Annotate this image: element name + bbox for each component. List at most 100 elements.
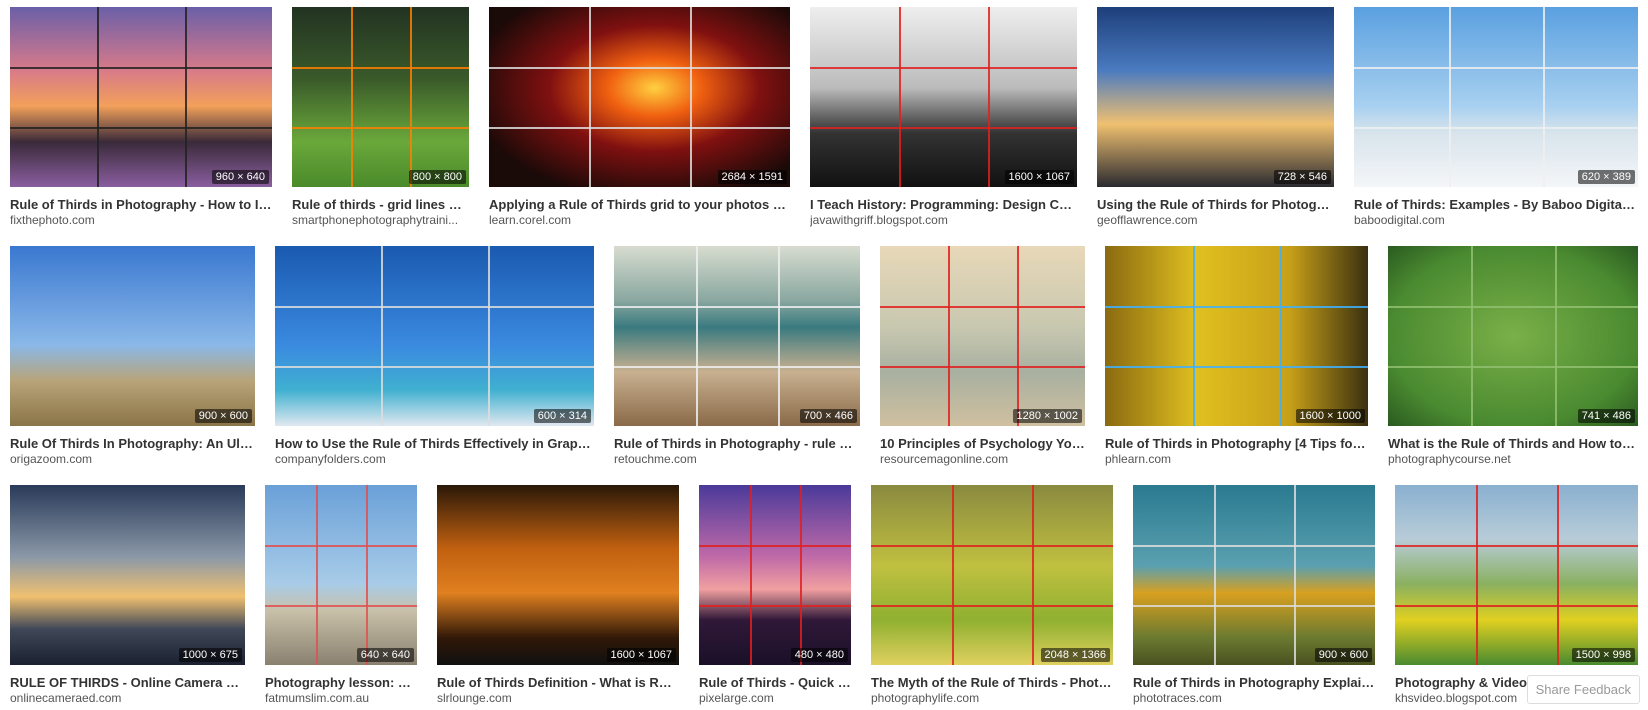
result-title[interactable]: RULE OF THIRDS - Online Camera Ed ... bbox=[10, 675, 245, 691]
result-title[interactable]: Rule of Thirds Definition - What is Rule… bbox=[437, 675, 679, 691]
result-title[interactable]: Rule of Thirds - Quick P... bbox=[699, 675, 851, 691]
image-dimensions-badge: 600 × 314 bbox=[533, 409, 591, 423]
thumbnail[interactable]: 600 × 314 bbox=[275, 246, 594, 426]
image-result-10[interactable]: 1280 × 1002 10 Principles of Psychology … bbox=[880, 246, 1085, 467]
grid-line-horizontal bbox=[810, 66, 1077, 69]
image-result-1[interactable]: 960 × 640 Rule of Thirds in Photography … bbox=[10, 7, 272, 228]
image-result-15[interactable]: 1600 × 1067 Rule of Thirds Definition - … bbox=[437, 485, 679, 706]
result-title[interactable]: Rule of thirds - grid lines on ... bbox=[292, 197, 469, 213]
thumbnail[interactable]: 1600 × 1000 bbox=[1105, 246, 1368, 426]
result-source[interactable]: baboodigital.com bbox=[1354, 213, 1638, 228]
result-title[interactable]: I Teach History: Programming: Design Con… bbox=[810, 197, 1077, 213]
thumbnail[interactable]: 1500 × 998 bbox=[1395, 485, 1638, 665]
image-result-9[interactable]: 700 × 466 Rule of Thirds in Photography … bbox=[614, 246, 860, 467]
grid-line-horizontal bbox=[10, 126, 272, 129]
image-dimensions-badge: 480 × 480 bbox=[790, 648, 848, 662]
image-result-3[interactable]: 2684 × 1591 Applying a Rule of Thirds gr… bbox=[489, 7, 790, 228]
thumbnail[interactable]: 700 × 466 bbox=[614, 246, 860, 426]
result-title[interactable]: Rule of Thirds in Photography Explaine..… bbox=[1133, 675, 1375, 691]
result-title[interactable]: Rule of Thirds in Photography [4 Tips fo… bbox=[1105, 436, 1368, 452]
image-dimensions-badge: 2048 × 1366 bbox=[1040, 648, 1110, 662]
image-dimensions-badge: 900 × 600 bbox=[1314, 648, 1372, 662]
thumbnail[interactable]: 640 × 640 bbox=[265, 485, 417, 665]
result-title[interactable]: Rule of Thirds in Photography - How to I… bbox=[10, 197, 272, 213]
result-source[interactable]: retouchme.com bbox=[614, 452, 860, 467]
result-title[interactable]: Applying a Rule of Thirds grid to your p… bbox=[489, 197, 790, 213]
result-title[interactable]: Rule of Thirds in Photography - rule of … bbox=[614, 436, 860, 452]
result-source[interactable]: origazoom.com bbox=[10, 452, 255, 467]
thumbnail[interactable]: 620 × 389 bbox=[1354, 7, 1638, 187]
image-dimensions-badge: 620 × 389 bbox=[1577, 170, 1635, 184]
result-source[interactable]: smartphonephotographytraini... bbox=[292, 213, 469, 228]
grid-line-vertical bbox=[695, 246, 698, 426]
result-source[interactable]: phototraces.com bbox=[1133, 691, 1375, 706]
result-title[interactable]: Using the Rule of Thirds for Photograp..… bbox=[1097, 197, 1334, 213]
result-source[interactable]: pixelarge.com bbox=[699, 691, 851, 706]
result-source[interactable]: phlearn.com bbox=[1105, 452, 1368, 467]
image-result-2[interactable]: 800 × 800 Rule of thirds - grid lines on… bbox=[292, 7, 469, 228]
thumbnail[interactable]: 1600 × 1067 bbox=[810, 7, 1077, 187]
image-result-12[interactable]: 741 × 486 What is the Rule of Thirds and… bbox=[1388, 246, 1638, 467]
image-dimensions-badge: 1600 × 1067 bbox=[606, 648, 676, 662]
thumbnail[interactable]: 2684 × 1591 bbox=[489, 7, 790, 187]
result-title[interactable]: Rule Of Thirds In Photography: An Ultim.… bbox=[10, 436, 255, 452]
result-source[interactable]: resourcemagonline.com bbox=[880, 452, 1085, 467]
grid-line-horizontal bbox=[275, 365, 594, 368]
share-feedback-button[interactable]: Share Feedback bbox=[1526, 675, 1640, 704]
thumbnail[interactable]: 2048 × 1366 bbox=[871, 485, 1113, 665]
result-source[interactable]: companyfolders.com bbox=[275, 452, 594, 467]
grid-line-horizontal bbox=[1388, 365, 1638, 368]
image-result-6[interactable]: 620 × 389 Rule of Thirds: Examples - By … bbox=[1354, 7, 1638, 228]
result-source[interactable]: photographylife.com bbox=[871, 691, 1113, 706]
result-title[interactable]: How to Use the Rule of Thirds Effectivel… bbox=[275, 436, 594, 452]
image-result-11[interactable]: 1600 × 1000 Rule of Thirds in Photograph… bbox=[1105, 246, 1368, 467]
result-source[interactable]: slrlounge.com bbox=[437, 691, 679, 706]
image-result-7[interactable]: 900 × 600 Rule Of Thirds In Photography:… bbox=[10, 246, 255, 467]
result-title[interactable]: Photography lesson: Ma... bbox=[265, 675, 417, 691]
grid-line-vertical bbox=[800, 485, 803, 665]
thumbnail[interactable]: 728 × 546 bbox=[1097, 7, 1334, 187]
image-result-19[interactable]: 1500 × 998 Photography & Video Productio… bbox=[1395, 485, 1638, 706]
image-result-18[interactable]: 900 × 600 Rule of Thirds in Photography … bbox=[1133, 485, 1375, 706]
image-dimensions-badge: 960 × 640 bbox=[211, 170, 269, 184]
grid-line-horizontal bbox=[10, 66, 272, 69]
thumbnail[interactable]: 741 × 486 bbox=[1388, 246, 1638, 426]
image-result-17[interactable]: 2048 × 1366 The Myth of the Rule of Thir… bbox=[871, 485, 1113, 706]
image-result-16[interactable]: 480 × 480 Rule of Thirds - Quick P... pi… bbox=[699, 485, 851, 706]
grid-line-vertical bbox=[1032, 485, 1035, 665]
image-result-5[interactable]: 728 × 546 Using the Rule of Thirds for P… bbox=[1097, 7, 1334, 228]
thumbnail[interactable]: 900 × 600 bbox=[10, 246, 255, 426]
grid-line-horizontal bbox=[292, 66, 469, 69]
result-source[interactable]: fatmumslim.com.au bbox=[265, 691, 417, 706]
result-source[interactable]: learn.corel.com bbox=[489, 213, 790, 228]
thumbnail[interactable]: 800 × 800 bbox=[292, 7, 469, 187]
result-title[interactable]: The Myth of the Rule of Thirds - Photog.… bbox=[871, 675, 1113, 691]
grid-line-vertical bbox=[1475, 485, 1478, 665]
result-source[interactable]: geofflawrence.com bbox=[1097, 213, 1334, 228]
thumbnail[interactable]: 1600 × 1067 bbox=[437, 485, 679, 665]
thumbnail[interactable]: 960 × 640 bbox=[10, 7, 272, 187]
grid-line-horizontal bbox=[1105, 365, 1368, 368]
result-title[interactable]: Rule of Thirds: Examples - By Baboo Digi… bbox=[1354, 197, 1638, 213]
result-source[interactable]: onlinecameraed.com bbox=[10, 691, 245, 706]
image-result-13[interactable]: 1000 × 675 RULE OF THIRDS - Online Camer… bbox=[10, 485, 245, 706]
thumbnail[interactable]: 480 × 480 bbox=[699, 485, 851, 665]
grid-line-vertical bbox=[1213, 485, 1216, 665]
result-title[interactable]: What is the Rule of Thirds and How to U.… bbox=[1388, 436, 1638, 452]
image-dimensions-badge: 2684 × 1591 bbox=[717, 170, 787, 184]
grid-line-horizontal bbox=[1395, 604, 1638, 607]
thumbnail[interactable]: 1280 × 1002 bbox=[880, 246, 1085, 426]
grid-line-horizontal bbox=[1354, 126, 1638, 129]
result-source[interactable]: photographycourse.net bbox=[1388, 452, 1638, 467]
grid-line-horizontal bbox=[1133, 604, 1375, 607]
grid-line-horizontal bbox=[489, 126, 790, 129]
result-source[interactable]: fixthephoto.com bbox=[10, 213, 272, 228]
result-title[interactable]: 10 Principles of Psychology You ... bbox=[880, 436, 1085, 452]
image-result-8[interactable]: 600 × 314 How to Use the Rule of Thirds … bbox=[275, 246, 594, 467]
image-result-14[interactable]: 640 × 640 Photography lesson: Ma... fatm… bbox=[265, 485, 417, 706]
grid-line-horizontal bbox=[1388, 305, 1638, 308]
thumbnail[interactable]: 1000 × 675 bbox=[10, 485, 245, 665]
thumbnail[interactable]: 900 × 600 bbox=[1133, 485, 1375, 665]
image-result-4[interactable]: 1600 × 1067 I Teach History: Programming… bbox=[810, 7, 1077, 228]
result-source[interactable]: javawithgriff.blogspot.com bbox=[810, 213, 1077, 228]
